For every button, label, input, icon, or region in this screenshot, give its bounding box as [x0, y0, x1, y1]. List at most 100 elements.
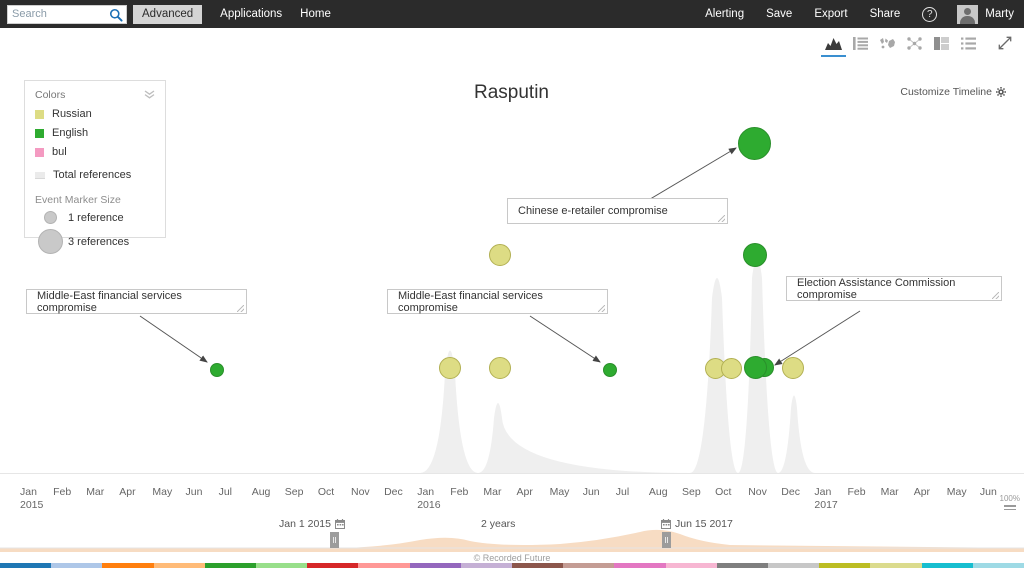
legend-item-total-references[interactable]: Total references: [35, 169, 155, 181]
stripe-segment: [972, 563, 1024, 568]
help-icon[interactable]: ?: [922, 6, 938, 22]
axis-tick-month: Oct: [715, 486, 732, 498]
detail-list-view-button[interactable]: [955, 32, 982, 54]
stripe-segment: [665, 563, 717, 568]
network-view-button[interactable]: [901, 32, 928, 54]
legend-item-english[interactable]: English: [35, 127, 155, 139]
resize-grip-icon[interactable]: [992, 292, 999, 299]
event-marker[interactable]: [439, 357, 461, 379]
nav-link-export[interactable]: Export: [814, 8, 847, 20]
tile-view-button[interactable]: [928, 32, 955, 54]
timeline-view-button[interactable]: [820, 32, 847, 57]
event-marker[interactable]: [603, 363, 617, 377]
range-end-handle[interactable]: [662, 532, 671, 548]
axis-tick: Jan 2017: [814, 486, 837, 511]
range-selector[interactable]: Jan 1 2015 2 years Jun 15 2017: [0, 510, 1024, 552]
legend-header: Colors: [35, 89, 155, 101]
search-box[interactable]: [7, 4, 127, 24]
network-icon: [907, 36, 922, 50]
stripe-segment: [870, 563, 922, 568]
axis-tick-month: Mar: [880, 486, 899, 498]
resize-grip-icon[interactable]: [718, 215, 725, 222]
event-marker[interactable]: [738, 127, 771, 160]
nav-link-save[interactable]: Save: [766, 8, 792, 20]
axis-tick: Jul: [616, 486, 629, 498]
stripe-segment: [819, 563, 871, 568]
map-view-button[interactable]: [874, 32, 901, 54]
user-name[interactable]: Marty: [985, 8, 1014, 20]
expand-button[interactable]: [994, 32, 1016, 54]
annotation-callout[interactable]: Election Assistance Commission compromis…: [786, 276, 1002, 301]
range-start-label[interactable]: Jan 1 2015: [279, 518, 345, 530]
stripe-segment: [614, 563, 666, 568]
axis-tick: Nov: [351, 486, 370, 498]
search-icon[interactable]: [109, 8, 123, 22]
range-end-label[interactable]: Jun 15 2017: [661, 518, 733, 530]
stripe-segment: [256, 563, 308, 568]
marker-size-circle-small: [44, 211, 57, 224]
range-duration-text: 2 years: [481, 518, 516, 530]
calendar-icon[interactable]: [334, 519, 345, 529]
axis-tick: Feb: [848, 486, 866, 498]
event-marker-size-title: Event Marker Size: [35, 194, 121, 206]
nav-link-applications[interactable]: Applications: [220, 8, 282, 20]
advanced-button[interactable]: Advanced: [133, 4, 203, 24]
event-marker[interactable]: [721, 358, 742, 379]
axis-tick-month: Dec: [781, 486, 800, 498]
axis-tick-month: Apr: [119, 486, 136, 498]
list-view-button[interactable]: [847, 32, 874, 54]
legend-label-english: English: [52, 127, 89, 139]
top-navigation-bar: Advanced Applications Home Alerting Save…: [0, 0, 1024, 28]
axis-tick-month: May: [549, 486, 570, 498]
axis-tick-month: Feb: [53, 486, 72, 498]
resize-grip-icon[interactable]: [598, 305, 605, 312]
stripe-segment: [153, 563, 205, 568]
top-navigation-right: Alerting Save Export Share ? Marty: [683, 4, 1024, 24]
axis-tick: Apr: [119, 486, 135, 498]
nav-link-share[interactable]: Share: [870, 8, 901, 20]
axis-tick: Oct: [715, 486, 731, 498]
stripe-segment: [102, 563, 154, 568]
calendar-icon[interactable]: [661, 519, 671, 529]
axis-tick-month: Jun: [979, 486, 997, 498]
event-marker[interactable]: [782, 357, 804, 379]
annotation-callout[interactable]: Middle-East financial services compromis…: [26, 289, 247, 314]
axis-tick-month: Feb: [847, 486, 866, 498]
legend-swatch-total-references: [35, 171, 45, 179]
marker-size-label-large: 3 references: [68, 235, 130, 248]
nav-link-alerting[interactable]: Alerting: [705, 8, 744, 20]
nav-link-home[interactable]: Home: [300, 8, 331, 20]
axis-tick-month: Jul: [615, 486, 630, 498]
axis-tick: Aug: [649, 486, 668, 498]
event-marker[interactable]: [210, 363, 224, 377]
customize-timeline-button[interactable]: Customize Timeline: [900, 86, 1006, 98]
event-marker[interactable]: [744, 356, 767, 379]
annotation-text: Middle-East financial services compromis…: [37, 289, 182, 314]
resize-grip-icon[interactable]: [237, 305, 244, 312]
stripe-segment: [768, 563, 820, 568]
annotation-callout[interactable]: Chinese e-retailer compromise: [507, 198, 728, 224]
legend-item-bul[interactable]: bul: [35, 146, 155, 158]
time-axis[interactable]: Jan 2015 Feb Mar Apr May Jun Jul Aug Sep Oct Nov Dec…: [0, 473, 1024, 518]
search-input[interactable]: [12, 5, 108, 23]
axis-tick: Dec: [781, 486, 800, 498]
axis-tick: Sep: [682, 486, 701, 498]
legend-title: Colors: [35, 89, 66, 101]
stripe-segment: [409, 563, 461, 568]
range-end-text: Jun 15 2017: [675, 518, 733, 530]
annotation-callout[interactable]: Middle-East financial services compromis…: [387, 289, 608, 314]
annotation-text: Chinese e-retailer compromise: [518, 205, 668, 217]
event-marker[interactable]: [743, 243, 767, 267]
view-mode-toolbar: [820, 32, 982, 57]
legend-item-russian[interactable]: Russian: [35, 108, 155, 120]
axis-tick: May: [152, 486, 172, 498]
event-marker[interactable]: [489, 357, 511, 379]
range-start-handle[interactable]: [330, 532, 339, 548]
axis-tick-month: Sep: [284, 486, 304, 498]
axis-tick: Nov: [748, 486, 767, 498]
event-marker[interactable]: [489, 244, 511, 266]
chevron-double-down-icon[interactable]: [144, 90, 155, 100]
stripe-segment: [51, 563, 103, 568]
avatar[interactable]: [957, 4, 979, 24]
legend-panel: Colors Russian English bul Total referen…: [24, 80, 166, 254]
